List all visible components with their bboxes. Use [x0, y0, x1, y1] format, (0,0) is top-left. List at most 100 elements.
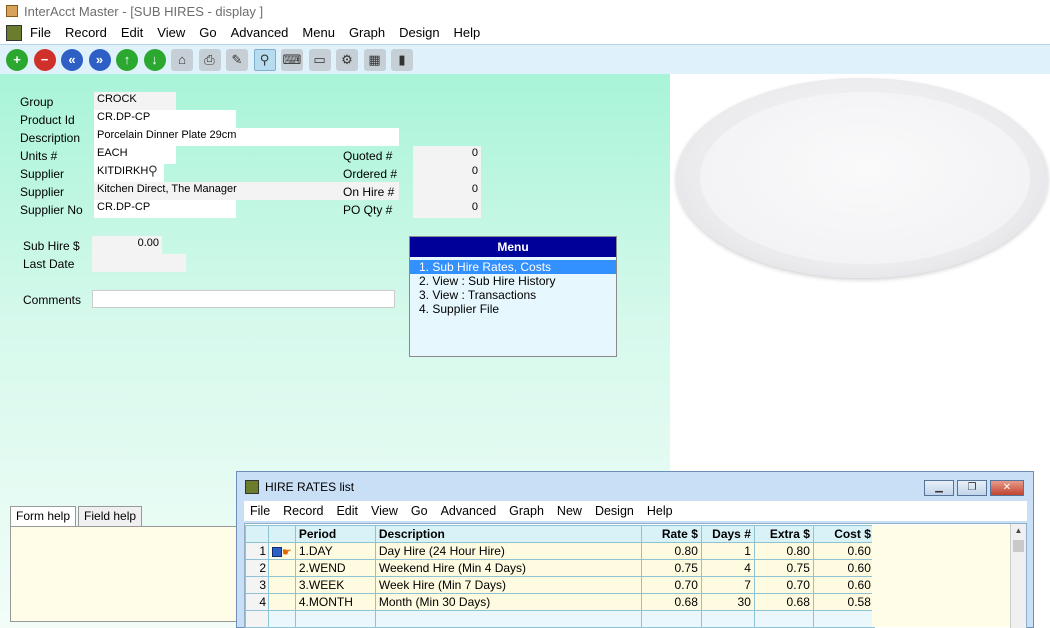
child-menu-advanced[interactable]: Advanced — [441, 504, 497, 518]
child-menu-new[interactable]: New — [557, 504, 582, 518]
cell-days[interactable]: 7 — [700, 576, 755, 594]
sub-hire-field[interactable]: 0.00 — [92, 236, 162, 254]
cell-cost[interactable]: 0.58 — [812, 593, 875, 611]
menu-help[interactable]: Help — [454, 25, 481, 40]
header-extra[interactable]: Extra $ — [753, 525, 814, 543]
child-menu-record[interactable]: Record — [283, 504, 323, 518]
child-menu-edit[interactable]: Edit — [336, 504, 358, 518]
menu-go[interactable]: Go — [199, 25, 216, 40]
header-days[interactable]: Days # — [700, 525, 755, 543]
tab-field-help[interactable]: Field help — [78, 506, 143, 526]
print-icon[interactable]: ⎙ — [198, 48, 221, 71]
supplier-lookup-icon[interactable]: ⚲ — [148, 163, 158, 179]
menu-option-sub-hire-rates[interactable]: 1. Sub Hire Rates, Costs — [410, 260, 616, 274]
export-icon[interactable]: ✎ — [226, 48, 248, 71]
menu-edit[interactable]: Edit — [121, 25, 143, 40]
cell-rate[interactable]: 0.70 — [640, 576, 702, 594]
cell-rate[interactable]: 0.75 — [640, 559, 702, 577]
cell-empty[interactable] — [374, 610, 642, 628]
po-qty-field[interactable]: 0 — [413, 200, 481, 218]
comments-field[interactable] — [92, 290, 395, 308]
menu-option-transactions[interactable]: 3. View : Transactions — [410, 288, 616, 302]
next-record-icon[interactable]: ↓ — [143, 48, 166, 71]
cell-extra[interactable]: 0.70 — [753, 576, 814, 594]
home-icon[interactable]: ⌂ — [171, 48, 193, 71]
cell-extra[interactable]: 0.80 — [753, 542, 814, 560]
ordered-field[interactable]: 0 — [413, 164, 481, 182]
monitor-icon[interactable]: ▭ — [308, 48, 331, 71]
app-menu-icon[interactable] — [6, 24, 22, 41]
remove-icon[interactable]: − — [33, 48, 56, 71]
table-row[interactable]: 2 2.WEND Weekend Hire (Min 4 Days) 0.75 … — [245, 559, 875, 577]
menu-menu[interactable]: Menu — [302, 25, 335, 40]
cell-description[interactable]: Week Hire (Min 7 Days) — [374, 576, 642, 594]
cell-description[interactable]: Day Hire (24 Hour Hire) — [374, 542, 642, 560]
child-menu-design[interactable]: Design — [595, 504, 634, 518]
cell-description[interactable]: Month (Min 30 Days) — [374, 593, 642, 611]
cell-rate[interactable]: 0.68 — [640, 593, 702, 611]
cell-cost[interactable]: 0.60 — [812, 559, 875, 577]
cell-rate[interactable]: 0.80 — [640, 542, 702, 560]
scroll-up-icon[interactable]: ▲ — [1011, 524, 1026, 538]
cell-empty[interactable] — [294, 610, 376, 628]
last-date-field[interactable] — [92, 254, 186, 272]
child-menu-go[interactable]: Go — [411, 504, 428, 518]
menu-option-supplier-file[interactable]: 4. Supplier File — [410, 302, 616, 316]
child-menu-graph[interactable]: Graph — [509, 504, 544, 518]
units-field[interactable]: EACH — [94, 146, 176, 164]
quoted-field[interactable]: 0 — [413, 146, 481, 164]
search-icon[interactable]: ⚲ — [253, 48, 276, 71]
group-field[interactable]: CROCK — [94, 92, 176, 110]
cell-empty[interactable] — [812, 610, 875, 628]
menu-advanced[interactable]: Advanced — [231, 25, 289, 40]
header-rate[interactable]: Rate $ — [640, 525, 702, 543]
menu-record[interactable]: Record — [65, 25, 107, 40]
header-cost[interactable]: Cost $ — [812, 525, 875, 543]
cell-days[interactable]: 30 — [700, 593, 755, 611]
add-icon[interactable]: + — [6, 48, 28, 71]
header-description[interactable]: Description — [374, 525, 642, 543]
menu-file[interactable]: File — [30, 25, 51, 40]
table-row[interactable]: 1 ☛ 1.DAY Day Hire (24 Hour Hire) 0.80 1… — [245, 542, 875, 560]
close-icon[interactable]: ✕ — [990, 480, 1024, 496]
first-record-icon[interactable]: « — [61, 48, 83, 71]
menu-view[interactable]: View — [157, 25, 185, 40]
vertical-scrollbar[interactable]: ▲ — [1010, 524, 1026, 628]
cell-empty[interactable] — [700, 610, 755, 628]
menu-graph[interactable]: Graph — [349, 25, 385, 40]
cell-extra[interactable]: 0.75 — [753, 559, 814, 577]
child-menu-view[interactable]: View — [371, 504, 398, 518]
cell-days[interactable]: 1 — [700, 542, 755, 560]
child-menu-file[interactable]: File — [250, 504, 270, 518]
exit-door-icon[interactable]: ▮ — [391, 48, 413, 71]
settings-icon[interactable]: ⚙ — [336, 48, 358, 71]
cell-days[interactable]: 4 — [700, 559, 755, 577]
header-period[interactable]: Period — [294, 525, 376, 543]
cell-extra[interactable]: 0.68 — [753, 593, 814, 611]
cell-empty[interactable] — [753, 610, 814, 628]
cell-description[interactable]: Weekend Hire (Min 4 Days) — [374, 559, 642, 577]
product-id-field[interactable]: CR.DP-CP — [94, 110, 236, 128]
cell-empty[interactable] — [640, 610, 702, 628]
child-menu-help[interactable]: Help — [647, 504, 673, 518]
cell-period[interactable]: 2.WEND — [294, 559, 376, 577]
table-row[interactable]: 3 3.WEEK Week Hire (Min 7 Days) 0.70 7 0… — [245, 576, 875, 594]
description-field[interactable]: Porcelain Dinner Plate 29cm — [94, 128, 399, 146]
tab-form-help[interactable]: Form help — [10, 506, 77, 526]
cell-cost[interactable]: 0.60 — [812, 576, 875, 594]
supplier-no-field[interactable]: CR.DP-CP — [94, 200, 236, 218]
on-hire-field[interactable]: 0 — [413, 182, 481, 200]
cell-period[interactable]: 3.WEEK — [294, 576, 376, 594]
last-record-icon[interactable]: » — [88, 48, 111, 71]
menu-design[interactable]: Design — [399, 25, 439, 40]
cell-period[interactable]: 4.MONTH — [294, 593, 376, 611]
restore-icon[interactable]: ❐ — [957, 480, 987, 496]
menu-option-sub-hire-history[interactable]: 2. View : Sub Hire History — [410, 274, 616, 288]
table-row-empty[interactable] — [245, 610, 875, 628]
cell-period[interactable]: 1.DAY — [294, 542, 376, 560]
scroll-thumb[interactable] — [1013, 540, 1024, 552]
cell-cost[interactable]: 0.60 — [812, 542, 875, 560]
minimize-icon[interactable]: ▁ — [924, 480, 954, 496]
previous-record-icon[interactable]: ↑ — [116, 48, 138, 71]
calendar-icon[interactable]: ▦ — [363, 48, 386, 71]
